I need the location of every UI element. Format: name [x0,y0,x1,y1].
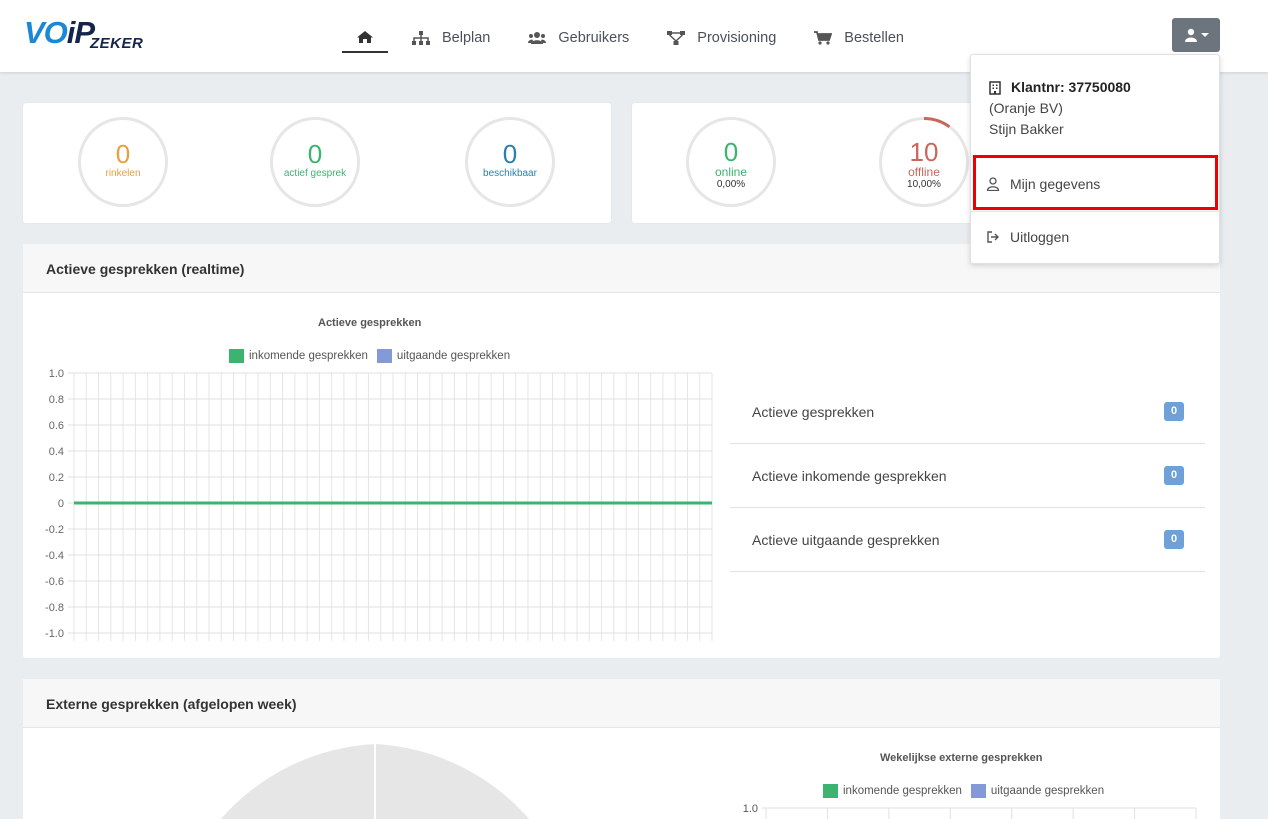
stat-label: online [714,165,748,179]
stat-online: 0 online 0,00% [686,117,776,207]
external-calls-pie-chart [220,744,530,819]
y-tick-label: -0.4 [45,550,64,562]
menu-item-label: Uitloggen [1010,229,1070,245]
nav-belplan[interactable]: Belplan [412,24,490,52]
y-tick-label: -0.6 [45,576,64,588]
legend-swatch [376,349,392,363]
nav-gebruikers[interactable]: Gebruikers [528,24,629,52]
count-badge: 0 [1164,466,1184,485]
y-tick-label: 1.0 [49,368,64,380]
network-icon [667,30,686,45]
stat-label: beschikbaar [483,168,537,179]
y-tick-label: 0.6 [49,420,64,432]
active-incoming-row: Actieve inkomende gesprekken 0 [730,444,1205,508]
y-tick-label: 0 [58,498,64,510]
count-badge: 0 [1164,530,1184,549]
stat-value: 0 [307,139,323,169]
row-label: Actieve inkomende gesprekken [752,468,947,484]
legend-swatch [970,784,986,798]
voipzeker-logo[interactable]: VOiP ZEKER [24,17,148,53]
users-icon [528,31,547,44]
legend-label: inkomende gesprekken [843,785,962,797]
legend-label: uitgaande gesprekken [990,785,1105,797]
user-icon [1184,28,1197,42]
building-icon [989,80,1001,95]
chart-legend: inkomende gesprekken uitgaande gesprekke… [823,784,1113,798]
active-calls-line-chart: 1.0 0.8 0.6 0.4 0.2 0 -0.2 -0.4 -0.6 -0.8 -1.0 [45,368,713,641]
legend-item-uitgaand[interactable]: uitgaande gesprekken [376,349,511,363]
logout-icon [987,231,999,243]
y-tick-label: -0.8 [45,602,64,614]
stat-actief-gesprek: 0 actief gesprek [270,117,360,207]
chart-title: Wekelijkse externe gesprekken [880,752,1043,764]
nav-belplan-label: Belplan [442,29,491,46]
nav-gebruikers-label: Gebruikers [558,29,630,46]
y-tick-label: -0.2 [45,524,64,536]
sitemap-icon [412,30,430,45]
menu-item-uitloggen[interactable]: Uitloggen [971,211,1219,263]
y-tick-label: -1.0 [45,628,64,640]
nav-provisioning[interactable]: Provisioning [667,24,776,52]
row-label: Actieve uitgaande gesprekken [752,532,940,548]
legend-item-inkomend[interactable]: inkomende gesprekken [823,784,962,798]
chart-title: Actieve gesprekken [318,317,422,329]
stat-rinkelen: 0 rinkelen [78,117,168,207]
company-name: (Oranje BV) [989,100,1063,116]
y-tick-label: 0.4 [49,446,64,458]
y-tick-label: 1.0 [743,803,758,815]
count-badge: 0 [1164,402,1184,421]
customer-number: Klantnr: 37750080 [1011,79,1131,95]
offline-progress-arc [923,117,951,129]
stat-value: 0 [115,139,131,169]
legend-label: uitgaande gesprekken [396,350,511,362]
active-calls-row: Actieve gesprekken 0 [730,380,1205,444]
stats-card-phones: 0 rinkelen 0 actief gesprek 0 beschikbaa… [23,103,611,223]
weekly-external-bar-chart: 1.0 [743,803,1197,819]
home-icon [357,30,373,43]
main-nav: Belplan Gebruikers Provisioning Bestelle… [342,22,942,53]
legend-item-inkomend[interactable]: inkomende gesprekken [229,349,368,363]
nav-home[interactable] [342,22,388,53]
caret-down-icon [1200,33,1209,37]
account-info: Klantnr: 37750080 (Oranje BV) Stijn Bakk… [989,77,1131,140]
active-outgoing-row: Actieve uitgaande gesprekken 0 [730,508,1205,572]
stat-offline: 10 offline 10,00% [879,117,969,207]
stat-label: actief gesprek [283,168,347,179]
row-label: Actieve gesprekken [752,404,875,420]
legend-item-uitgaand[interactable]: uitgaande gesprekken [970,784,1105,798]
stat-beschikbaar: 0 beschikbaar [465,117,555,207]
legend-swatch [823,784,838,798]
stat-value: 0 [502,139,518,169]
nav-bestellen-label: Bestellen [844,29,904,46]
panel-title: Externe gesprekken (afgelopen week) [23,679,1220,728]
highlight-box [973,155,1218,210]
nav-provisioning-label: Provisioning [697,29,777,46]
stat-percent: 0,00% [716,179,746,190]
user-menu-button[interactable] [1172,18,1220,52]
legend-label: inkomende gesprekken [249,350,368,362]
stat-label: rinkelen [105,168,141,179]
stat-value: 0 [723,137,739,167]
nav-bestellen[interactable]: Bestellen [814,24,904,52]
chart-legend: inkomende gesprekken uitgaande gesprekke… [229,349,519,363]
y-tick-label: 0.8 [49,394,64,406]
user-name: Stijn Bakker [989,121,1064,137]
y-tick-label: 0.2 [49,472,64,484]
cart-icon [814,30,833,45]
legend-swatch [229,349,244,363]
